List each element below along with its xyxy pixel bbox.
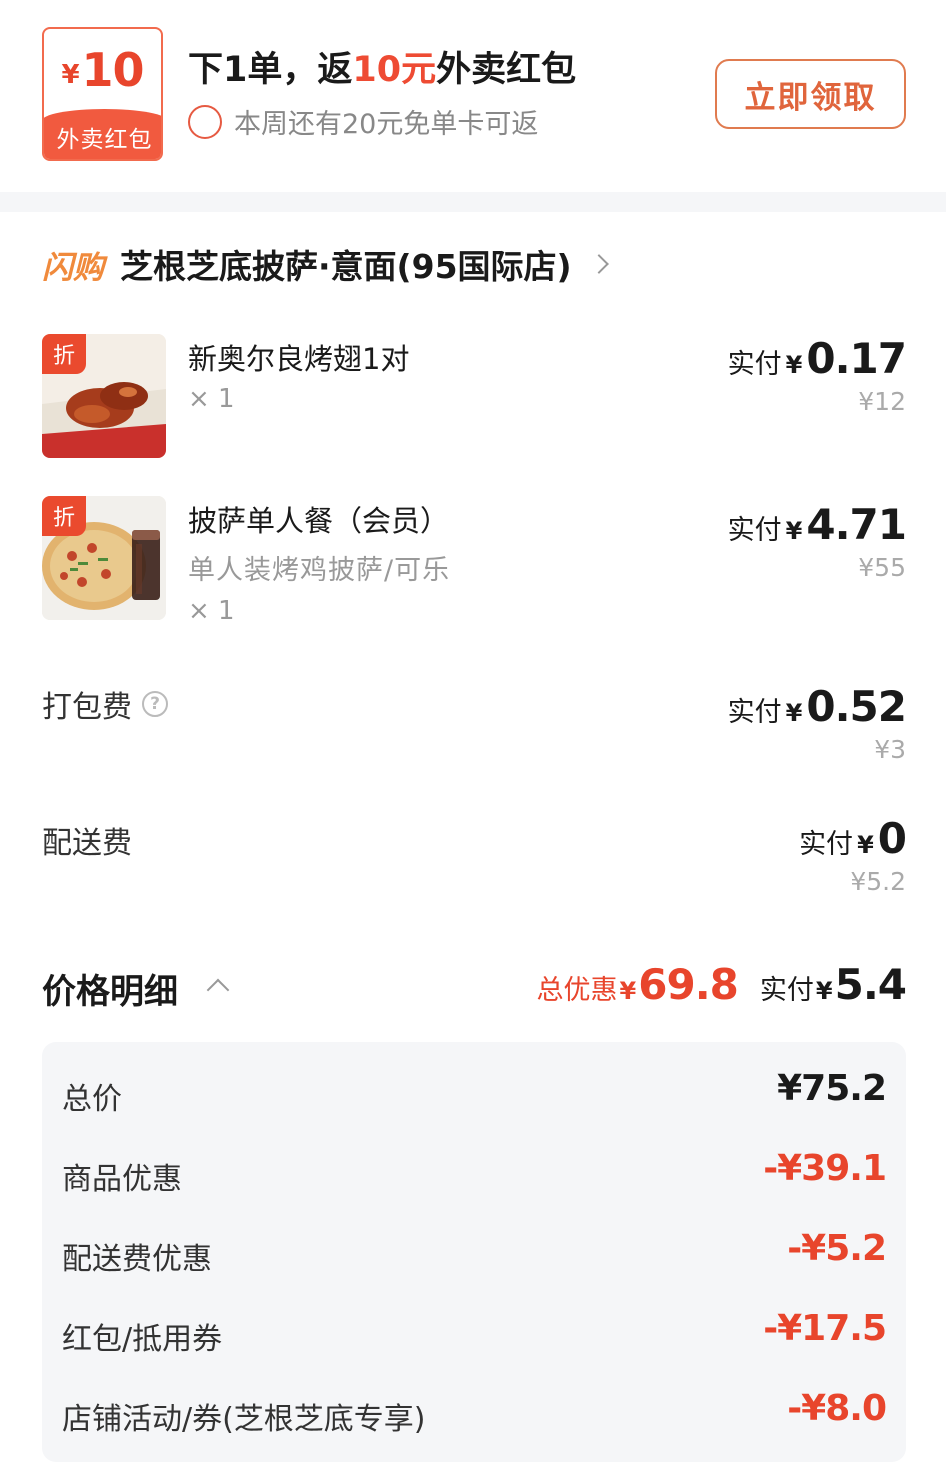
summary-totals: 总优惠 ¥ 69.8 实付 ¥ 5.4 (536, 960, 907, 1009)
pay-label: 实付 (727, 697, 782, 728)
coupon-value: ¥ 10 (44, 29, 161, 111)
pay-amount: 0.52 (806, 682, 907, 731)
fee-price: 实付 ¥ 0 ¥5.2 (799, 814, 907, 896)
coupon-banner: ¥ 10 外卖红包 下1单，返10元外卖红包 本周还有20元免单卡可返 立即领取 (0, 0, 946, 192)
radio-icon[interactable] (188, 104, 222, 139)
flash-buy-tag: 闪购 (42, 249, 104, 286)
delivery-fee-row: 配送费 实付 ¥ 0 ¥5.2 (0, 812, 946, 912)
discount-badge: 折 (42, 334, 86, 374)
packaging-fee-row: 打包费 ? 实付 ¥ 0.52 ¥3 (0, 676, 946, 776)
total-pay-amount: 5.4 (834, 960, 907, 1009)
price-summary-header[interactable]: 价格明细 总优惠 ¥ 69.8 实付 ¥ 5.4 (42, 960, 907, 1016)
question-circle-icon[interactable]: ? (142, 691, 168, 717)
original-price: ¥12 (858, 387, 906, 416)
detail-row: 总价 ¥75.2 (62, 1064, 887, 1124)
pay-amount: 4.71 (806, 500, 907, 549)
pay-amount: 0 (877, 814, 907, 863)
detail-label: 配送费优惠 (62, 1242, 212, 1277)
item-price: 实付 ¥ 4.71 ¥55 (727, 500, 907, 582)
original-price: ¥5.2 (850, 867, 906, 896)
pay-currency: ¥ (857, 831, 874, 859)
detail-row: 店铺活动/券(芝根芝底专享) -¥8.0 (62, 1384, 887, 1444)
discount-badge: 折 (42, 496, 86, 536)
pay-label: 实付 (799, 829, 854, 860)
order-item: 折 披萨单人餐（会员） 单人装烤鸡披萨/可乐 × 1 实付 ¥ 4.71 ¥55 (0, 492, 946, 632)
fee-label-text: 打包费 (42, 690, 132, 725)
total-discount-amount: 69.8 (638, 960, 739, 1009)
total-discount-currency: ¥ (619, 977, 637, 1005)
original-price: ¥3 (874, 735, 906, 764)
coupon-amount: 10 (81, 43, 145, 97)
detail-label: 商品优惠 (62, 1162, 182, 1197)
pay-currency: ¥ (785, 517, 803, 545)
order-item: 折 新奥尔良烤翅1对 × 1 实付 ¥ 0.17 ¥12 (0, 330, 946, 460)
total-discount-label: 总优惠 (536, 975, 618, 1006)
coupon-currency: ¥ (61, 60, 80, 90)
delivery-fee-label: 配送费 (42, 818, 132, 862)
claim-button[interactable]: 立即领取 (715, 59, 906, 129)
fee-price: 实付 ¥ 0.52 ¥3 (727, 682, 907, 764)
pay-label: 实付 (727, 515, 782, 546)
detail-value: -¥5.2 (787, 1228, 887, 1269)
detail-label: 总价 (62, 1082, 122, 1117)
detail-label: 红包/抵用券 (62, 1322, 223, 1357)
pay-currency: ¥ (785, 351, 803, 379)
detail-value: -¥17.5 (763, 1308, 887, 1349)
item-name: 披萨单人餐（会员） (188, 504, 450, 538)
coupon-label: 外卖红包 (44, 109, 161, 159)
item-quantity: × 1 (188, 384, 235, 414)
detail-value: ¥75.2 (777, 1068, 887, 1109)
chevron-up-icon[interactable] (206, 978, 230, 1002)
detail-row: 红包/抵用券 -¥17.5 (62, 1304, 887, 1364)
detail-value: -¥39.1 (763, 1148, 887, 1189)
pay-amount: 0.17 (806, 334, 907, 383)
original-price: ¥55 (858, 553, 906, 582)
chevron-right-icon (588, 254, 609, 274)
chicken-wings-image: 折 (42, 334, 166, 458)
pay-currency: ¥ (785, 699, 803, 727)
pay-label: 实付 (727, 349, 782, 380)
banner-title: 下1单，返10元外卖红包 (188, 41, 576, 92)
packaging-fee-label: 打包费 ? (42, 682, 168, 726)
item-quantity: × 1 (188, 596, 235, 626)
store-name: 芝根芝底披萨·意面(95国际店) (120, 247, 572, 286)
store-header[interactable]: 闪购 芝根芝底披萨·意面(95国际店) (42, 240, 609, 288)
detail-row: 配送费优惠 -¥5.2 (62, 1224, 887, 1284)
price-detail-title: 价格明细 (42, 972, 178, 1012)
item-price: 实付 ¥ 0.17 ¥12 (727, 334, 907, 416)
banner-title-highlight: 10元 (352, 50, 437, 90)
item-spec: 单人装烤鸡披萨/可乐 (188, 555, 451, 586)
section-divider (0, 192, 946, 212)
detail-value: -¥8.0 (787, 1388, 887, 1429)
banner-title-suffix: 外卖红包 (436, 50, 577, 90)
total-pay-label: 实付 (759, 975, 814, 1006)
pizza-cola-image: 折 (42, 496, 166, 620)
banner-title-prefix: 下1单，返 (188, 50, 353, 90)
detail-row: 商品优惠 -¥39.1 (62, 1144, 887, 1204)
total-pay-currency: ¥ (815, 977, 833, 1005)
fee-label-text: 配送费 (42, 826, 132, 861)
banner-subtitle: 本周还有20元免单卡可返 (234, 109, 539, 140)
free-card-option[interactable]: 本周还有20元免单卡可返 (188, 102, 538, 141)
price-detail-panel: 总价 ¥75.2 商品优惠 -¥39.1 配送费优惠 -¥5.2 红包/抵用券 … (42, 1042, 906, 1462)
detail-label: 店铺活动/券(芝根芝底专享) (62, 1402, 426, 1437)
coupon-card: ¥ 10 外卖红包 (42, 27, 163, 161)
item-name: 新奥尔良烤翅1对 (188, 342, 410, 376)
